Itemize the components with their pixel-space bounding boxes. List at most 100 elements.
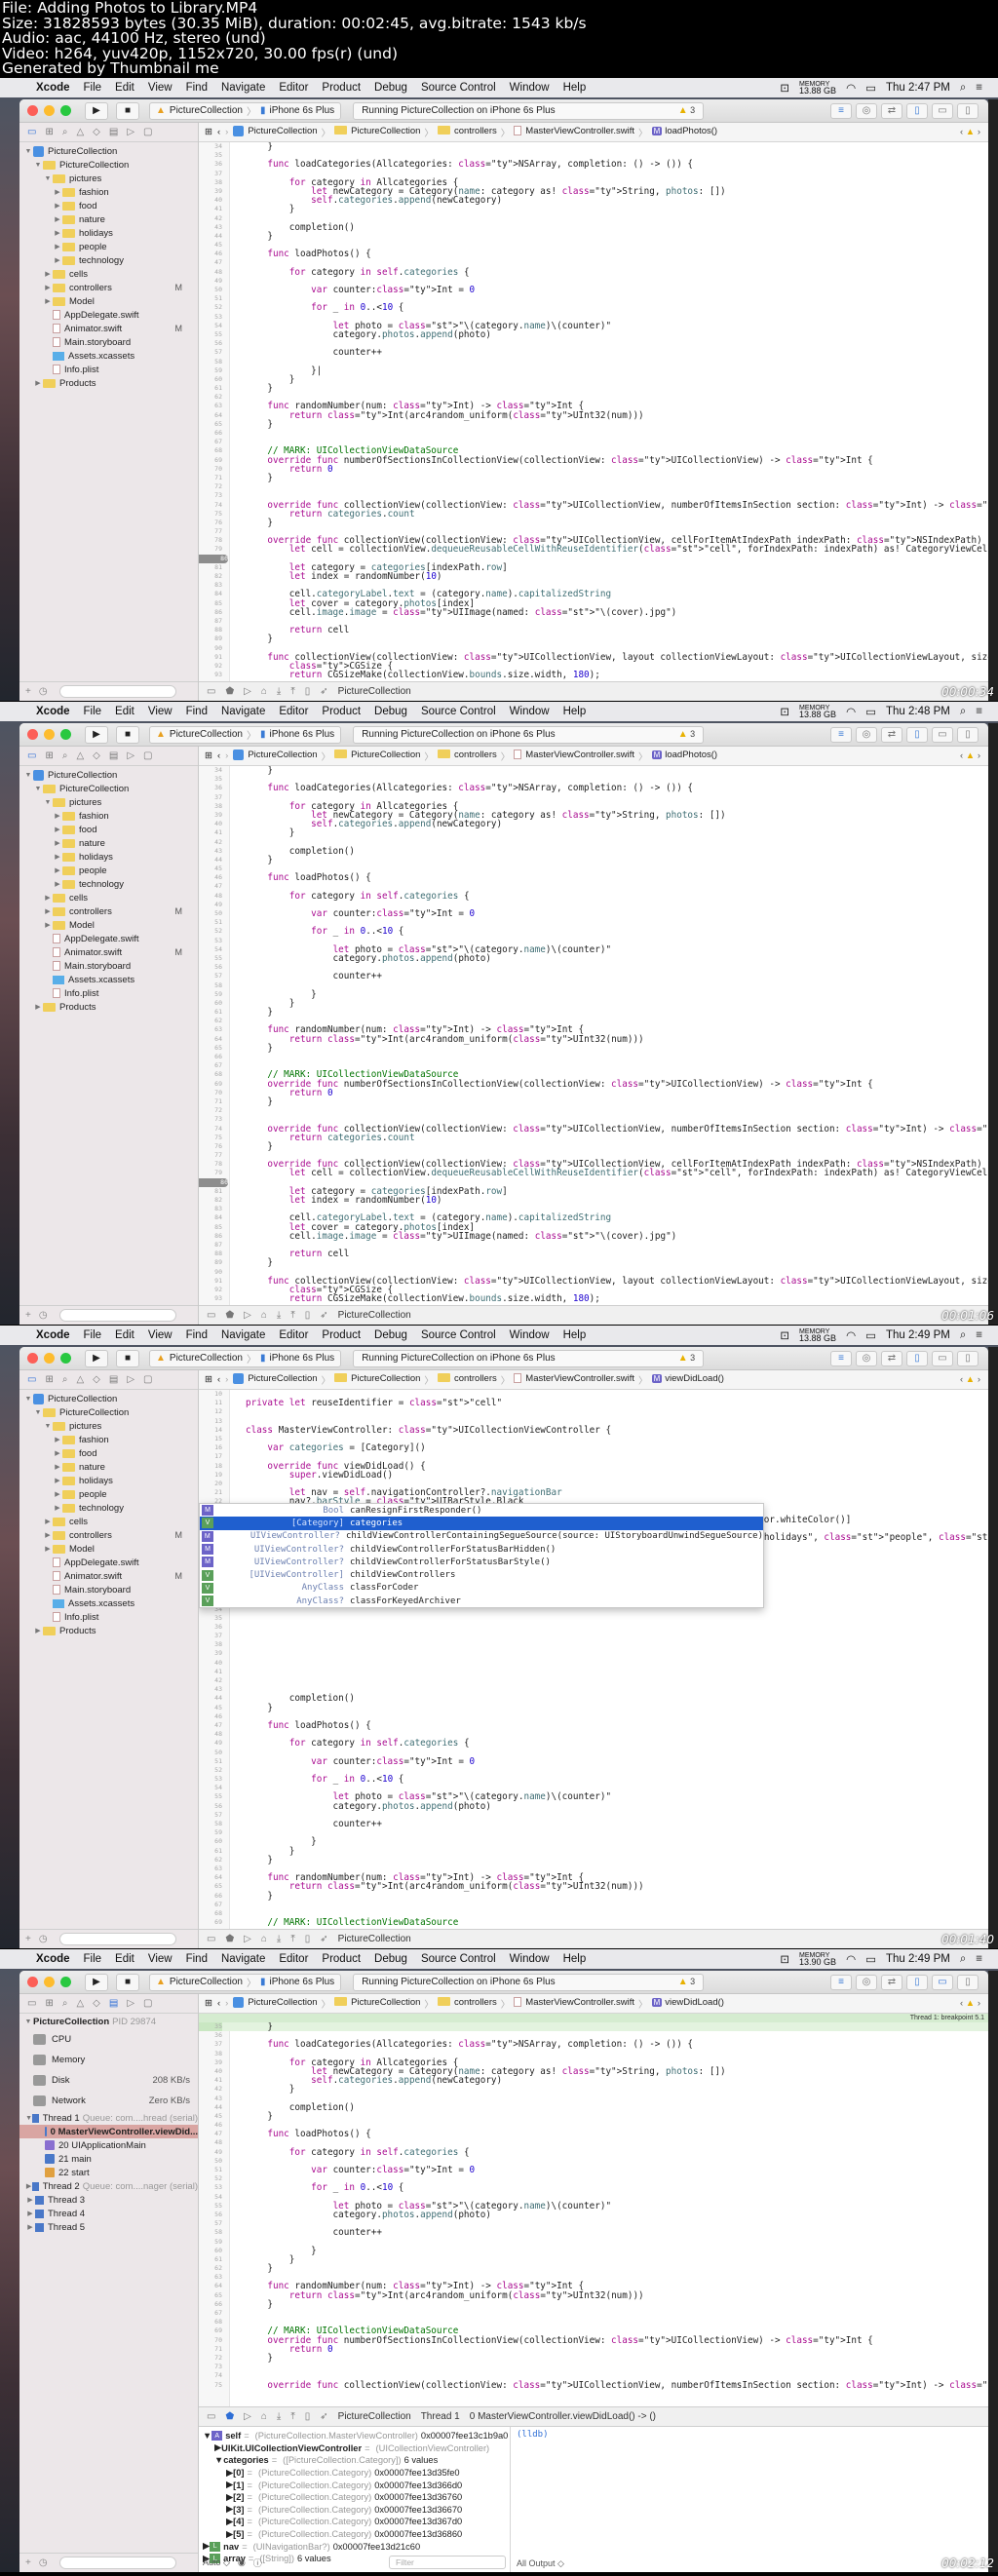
menu-find[interactable]: Find [179,1329,214,1341]
tree-item[interactable]: ▶ Model [19,918,198,932]
line-number[interactable]: 37 [199,793,222,802]
view-debugger-icon[interactable]: ▯ [305,1310,311,1321]
tree-item[interactable]: ▶ food [19,1446,198,1460]
step-over-icon[interactable]: ⌂ [261,1310,267,1321]
tree-item[interactable]: ▼ PictureCollection [19,782,198,795]
menu-product[interactable]: Product [315,706,367,717]
line-number[interactable]: 47 [199,882,222,891]
line-number[interactable]: 63 [199,402,222,410]
line-number[interactable]: 37 [199,1632,222,1640]
zoom-window-button[interactable] [60,1977,71,1987]
related-items-icon[interactable]: ⊞ [205,750,212,761]
line-number[interactable]: 35 [199,1614,222,1623]
menu-product[interactable]: Product [315,1329,367,1341]
line-number[interactable]: 11 [199,1399,222,1407]
view-debugger-icon[interactable]: ▯ [305,1934,311,1944]
line-number[interactable]: 49 [199,901,222,909]
clock[interactable]: Thu 2:48 PM [886,706,950,717]
tree-item[interactable]: ▼ pictures [19,1419,198,1433]
add-icon[interactable]: + [25,1310,31,1321]
line-number[interactable]: 44 [199,856,222,865]
close-window-button[interactable] [27,729,38,740]
code-line[interactable]: 52 for _ in 0..<10 { [199,303,988,313]
line-number[interactable]: 18 [199,1462,222,1471]
breadcrumb-symbol[interactable]: MloadPhotos() [651,126,717,139]
code-line[interactable]: 65 return class="ty">Int(arc4random_unif… [199,1882,988,1892]
code-line[interactable]: 57 counter++ [199,972,988,981]
toggle-navigator-icon[interactable]: ▯ [906,726,928,743]
code-line[interactable]: 73 [199,2363,988,2371]
line-number[interactable]: 35 [199,151,222,160]
step-into-icon[interactable]: ⤓ [277,2411,281,2422]
line-number[interactable]: 50 [199,2157,222,2166]
breakpoint-marker[interactable]: 80 [199,554,228,563]
code-line[interactable]: 75 return categories.count [199,509,988,519]
line-number[interactable]: 54 [199,1784,222,1792]
code-line[interactable]: 44 } [199,856,988,865]
line-number[interactable]: 86 [199,1232,222,1241]
minimize-window-button[interactable] [44,1353,55,1364]
tree-item[interactable]: Info.plist [19,363,198,376]
notification-center-icon[interactable]: ≡ [976,1329,982,1341]
line-number[interactable]: 52 [199,1766,222,1775]
tree-item[interactable]: AppDelegate.swift [19,308,198,322]
code-line[interactable]: 46 func loadPhotos() { [199,250,988,259]
code-line[interactable]: 70 return 0 [199,1089,988,1097]
line-number[interactable]: 61 [199,2255,222,2264]
line-number[interactable]: 62 [199,2264,222,2273]
minimize-window-button[interactable] [44,1977,55,1987]
code-line[interactable]: 42 } [199,2085,988,2095]
line-number[interactable]: 79 [199,1169,222,1177]
breadcrumb-item[interactable]: PictureCollection [233,749,318,763]
notification-center-icon[interactable]: ≡ [976,82,982,94]
clock[interactable]: Thu 2:49 PM [886,1953,950,1965]
input-source-icon[interactable]: ▭ [865,81,876,95]
tree-item[interactable]: ▶ holidays [19,1474,198,1487]
notification-center-icon[interactable]: ≡ [976,706,982,717]
tree-item[interactable]: Main.storyboard [19,959,198,973]
disclosure-closed-icon[interactable]: ▶ [53,229,62,237]
menu-file[interactable]: File [77,706,109,717]
disclosure-open-icon[interactable]: ▼ [33,162,43,169]
line-number[interactable]: 48 [199,268,222,277]
line-number[interactable]: 84 [199,590,222,598]
debug-navigator-icon[interactable]: ▤ [109,750,118,761]
disclosure-closed-icon[interactable]: ▶ [53,202,62,210]
stack-frame[interactable]: 20 UIApplicationMain [19,2138,198,2152]
code-line[interactable]: 62 } [199,1855,988,1865]
autocomplete-item[interactable]: V AnyClass classForCoder [200,1582,763,1595]
issue-stepper[interactable]: ‹ ▲ › [960,1374,988,1385]
back-button[interactable]: ‹ [217,1998,220,2009]
tree-item[interactable]: Assets.xcassets [19,973,198,986]
tree-item[interactable]: Animator.swift M [19,1569,198,1583]
line-number[interactable]: 43 [199,223,222,232]
line-number[interactable]: 46 [199,2121,222,2130]
symbol-navigator-icon[interactable]: ⊞ [45,750,53,761]
line-number[interactable]: 43 [199,847,222,856]
disclosure-closed-icon[interactable]: ▶ [25,2196,35,2204]
line-number[interactable]: 53 [199,2183,222,2192]
debug-bar-scheme[interactable]: PictureCollection [338,686,411,697]
tree-item[interactable]: ▶ Products [19,376,198,390]
issue-navigator-icon[interactable]: △ [76,127,84,137]
run-button[interactable]: ▶ [85,1973,108,1991]
line-number[interactable]: 76 [199,1142,222,1151]
line-number[interactable]: 62 [199,1017,222,1025]
code-line[interactable]: 55 category.photos.append(photo) [199,330,988,340]
thread-row[interactable]: ▶ Thread 3 [19,2193,198,2207]
line-number[interactable]: 74 [199,2371,222,2380]
line-number[interactable]: 40 [199,2067,222,2076]
menu-app-name[interactable]: Xcode [29,82,77,94]
disclosure-closed-icon[interactable]: ▶ [43,1545,53,1553]
line-number[interactable]: 71 [199,2345,222,2354]
line-number[interactable]: 56 [199,2211,222,2219]
tree-item[interactable]: ▶ people [19,240,198,253]
code-line[interactable]: 70 return 0 [199,465,988,474]
autocomplete-item[interactable]: M UIViewController? childViewControllerFor… [200,1543,763,1556]
line-number[interactable]: 85 [199,599,222,608]
line-number[interactable]: 37 [199,170,222,178]
variable-row[interactable]: ▼ categories = ([PictureCollection.Categor… [199,2454,510,2467]
add-icon[interactable]: + [25,1934,31,1944]
recent-filter-icon[interactable]: ◷ [39,1310,48,1321]
standard-editor-icon[interactable]: ≡ [830,726,852,743]
